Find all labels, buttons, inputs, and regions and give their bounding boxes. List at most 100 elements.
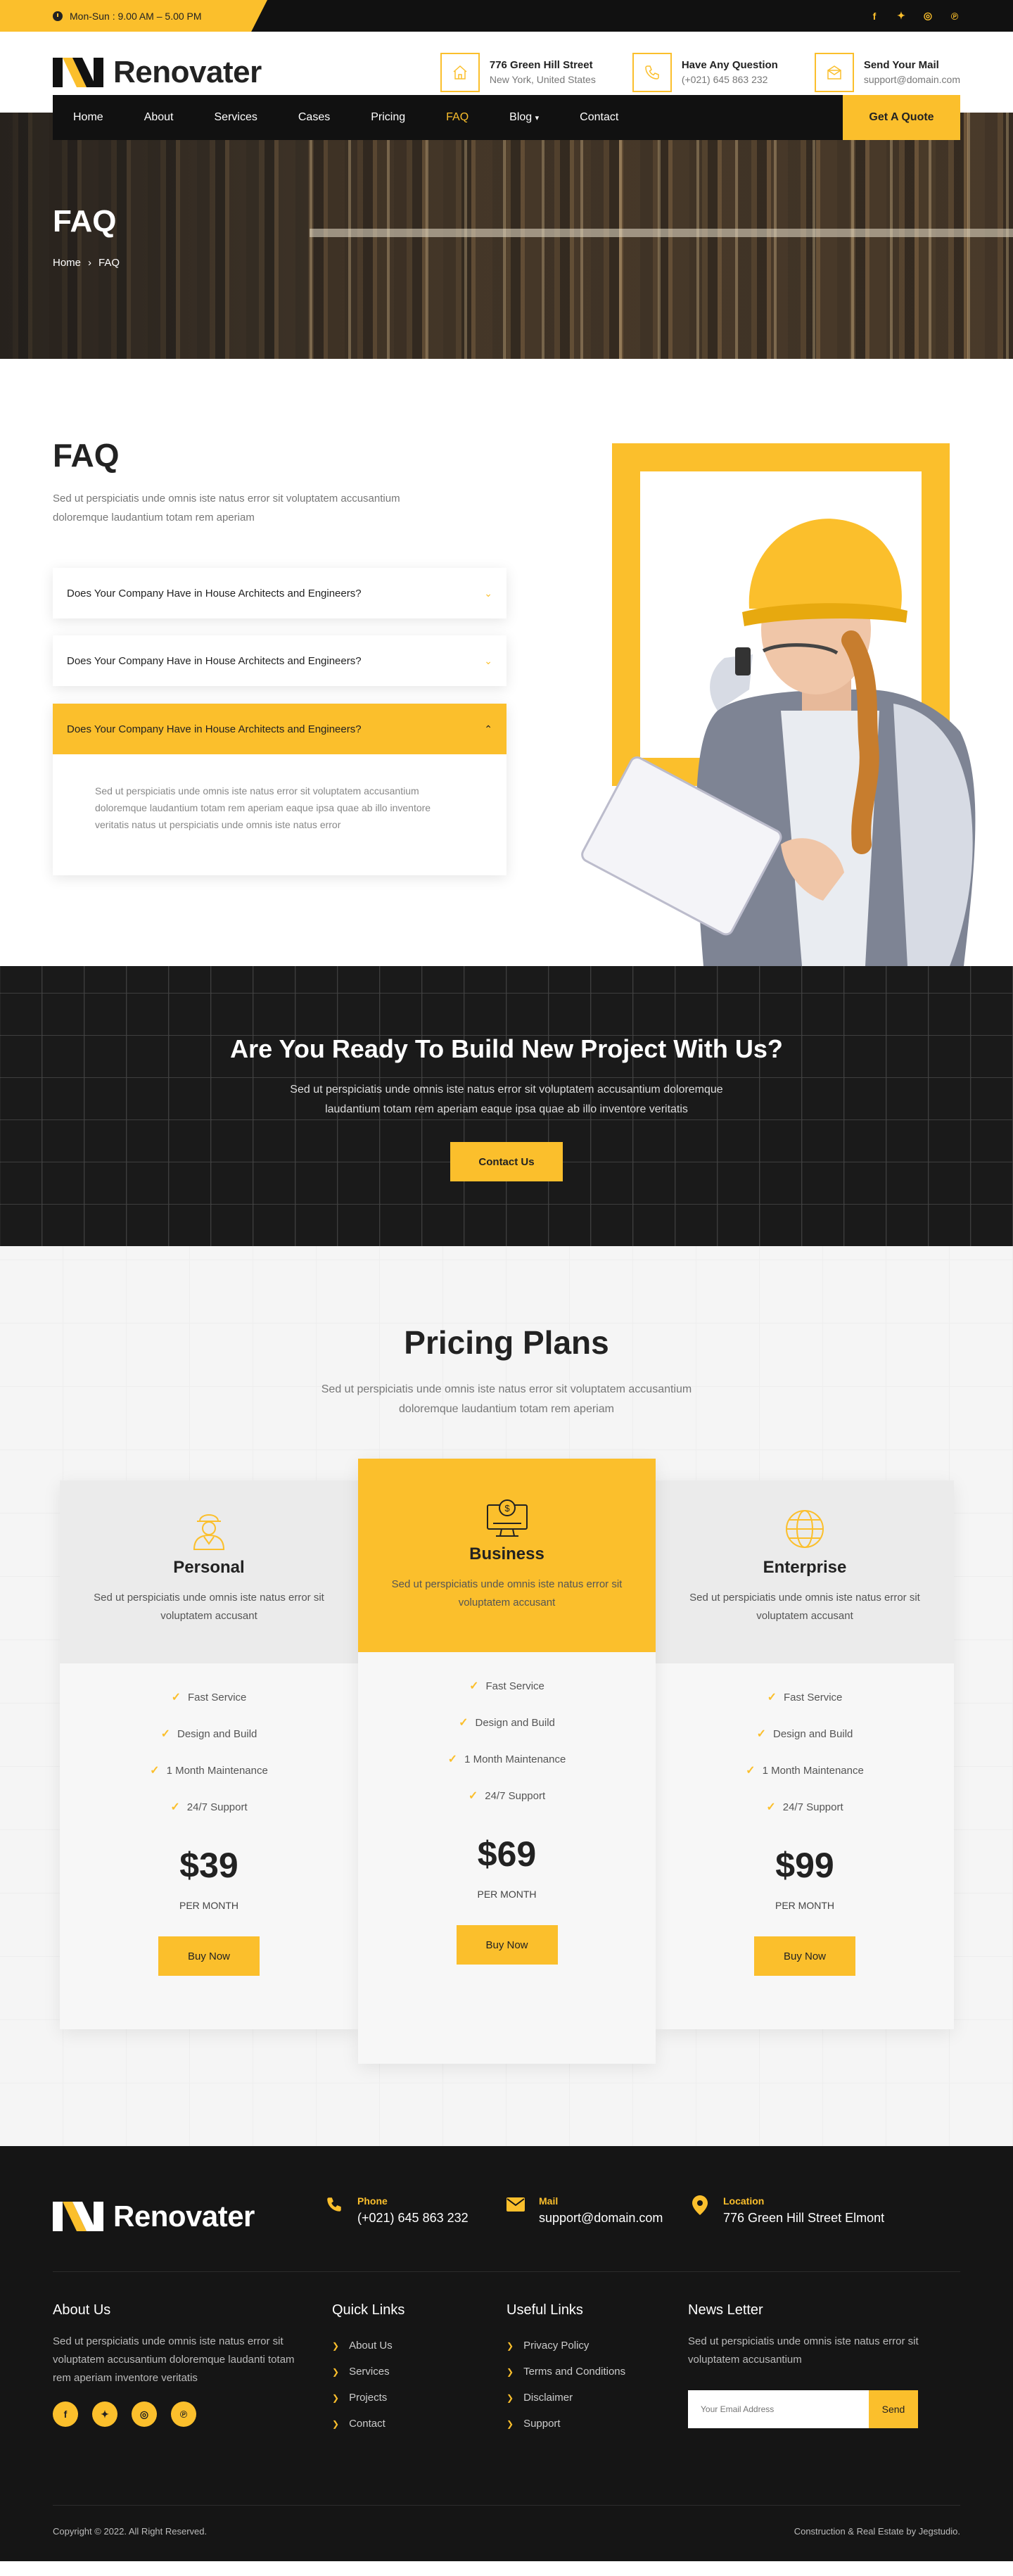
pinterest-icon[interactable]: ℗ (171, 2401, 196, 2427)
footer-link[interactable]: ❯ About Us (332, 2333, 473, 2359)
breadcrumb: Home › FAQ (53, 257, 120, 269)
footer-news-text: Sed ut perspiciatis unde omnis iste natu… (688, 2335, 919, 2366)
plan-feature-text: Fast Service (784, 1691, 843, 1703)
chevron-down-icon: ⌄ (484, 654, 492, 666)
footer-link-label: Services (349, 2366, 390, 2378)
faq-question[interactable]: Does Your Company Have in House Architec… (53, 635, 507, 686)
header-phone: Have Any Question (+021) 645 863 232 (632, 52, 778, 92)
footer-logo[interactable]: Renovater (53, 2200, 255, 2233)
faq-question-text: Does Your Company Have in House Architec… (67, 587, 362, 599)
site-logo[interactable]: Renovater (53, 55, 262, 90)
faq-item[interactable]: Does Your Company Have in House Architec… (53, 635, 507, 686)
footer-newsletter: News Letter Sed ut perspiciatis unde omn… (688, 2302, 960, 2428)
plan-period: PER MONTH (477, 1889, 537, 1900)
phone-icon (324, 2195, 345, 2219)
footer-link[interactable]: ❯ Terms and Conditions (507, 2359, 668, 2385)
buy-now-button[interactable]: Buy Now (754, 1936, 855, 1976)
pricing-card-enterprise: Enterprise Sed ut perspiciatis unde omni… (656, 1480, 954, 2029)
nav-item-faq[interactable]: FAQ (446, 111, 469, 124)
plan-feature: ✓ Fast Service (656, 1679, 954, 1715)
question-title: Have Any Question (681, 59, 778, 71)
footer-link-label: Privacy Policy (523, 2340, 590, 2352)
faq-question[interactable]: Does Your Company Have in House Architec… (53, 704, 507, 754)
plan-feature: ✓ 24/7 Support (656, 1789, 954, 1825)
twitter-icon[interactable]: ✦ (896, 10, 907, 22)
contact-us-button[interactable]: Contact Us (450, 1142, 563, 1181)
nav-item-contact[interactable]: Contact (580, 111, 618, 124)
footer-useful-title: Useful Links (507, 2302, 583, 2318)
footer-link[interactable]: ❯ Privacy Policy (507, 2333, 668, 2359)
nav-item-pricing[interactable]: Pricing (371, 111, 405, 124)
buy-now-button[interactable]: Buy Now (456, 1925, 558, 1965)
mail-sub[interactable]: support@domain.com (864, 74, 960, 85)
plan-feature-text: Fast Service (485, 1680, 544, 1692)
globe-icon (786, 1510, 824, 1548)
page-title: FAQ (53, 204, 117, 239)
breadcrumb-current: FAQ (98, 257, 120, 269)
plan-feature: ✓ 24/7 Support (60, 1789, 358, 1825)
footer-quick-links: Quick Links ❯ About Us ❯ Services ❯ Project… (332, 2302, 473, 2437)
check-icon: ✓ (171, 1692, 181, 1703)
footer-phone-value[interactable]: (+021) 645 863 232 (357, 2211, 469, 2226)
check-icon: ✓ (468, 1790, 478, 1802)
footer-about-title: About Us (53, 2302, 111, 2318)
get-quote-button[interactable]: Get A Quote (843, 95, 960, 140)
nav-item-home[interactable]: Home (73, 111, 103, 124)
twitter-icon[interactable]: ✦ (92, 2401, 117, 2427)
facebook-icon[interactable]: f (53, 2401, 78, 2427)
pinterest-icon[interactable]: ℗ (949, 11, 960, 22)
chevron-right-icon: ❯ (507, 2392, 514, 2403)
nav-item-blog[interactable]: Blog ▾ (509, 111, 539, 124)
footer-link[interactable]: ❯ Projects (332, 2385, 473, 2411)
chevron-right-icon: ❯ (332, 2392, 340, 2403)
header-address: 776 Green Hill Street New York, United S… (440, 52, 596, 92)
question-sub[interactable]: (+021) 645 863 232 (682, 74, 778, 85)
faq-item[interactable]: Does Your Company Have in House Architec… (53, 568, 507, 618)
plan-description: Sed ut perspiciatis unde omnis iste natu… (391, 1578, 623, 1609)
nav-item-blog-label: Blog (509, 111, 533, 123)
nav-item-services[interactable]: Services (215, 111, 257, 124)
faq-item-open[interactable]: Does Your Company Have in House Architec… (53, 704, 507, 875)
plan-feature-text: 1 Month Maintenance (166, 1764, 268, 1777)
footer-phone-label: Phone (357, 2195, 388, 2207)
chevron-right-icon: ❯ (507, 2340, 514, 2351)
footer-mail: Mail support@domain.com (505, 2195, 663, 2226)
facebook-icon[interactable]: f (869, 11, 880, 22)
footer-mail-value[interactable]: support@domain.com (539, 2211, 663, 2226)
footer-about-text: Sed ut perspiciatis unde omnis iste natu… (53, 2335, 295, 2384)
check-icon: ✓ (756, 1728, 766, 1740)
cta-section: Are You Ready To Build New Project With … (0, 966, 1013, 1246)
footer-link[interactable]: ❯ Contact (332, 2411, 473, 2437)
plan-feature-text: Design and Build (772, 1727, 853, 1740)
check-icon: ✓ (746, 1765, 756, 1777)
plan-description: Sed ut perspiciatis unde omnis iste natu… (689, 1592, 920, 1622)
footer-logo-text: Renovater (113, 2200, 255, 2233)
nav-item-about[interactable]: About (144, 111, 174, 124)
nav-item-cases[interactable]: Cases (298, 111, 330, 124)
footer-link[interactable]: ❯ Support (507, 2411, 668, 2437)
chevron-right-icon: ❯ (332, 2366, 340, 2377)
phone-icon (632, 52, 672, 92)
instagram-icon[interactable]: ◎ (132, 2401, 157, 2427)
plan-feature: ✓ Design and Build (656, 1715, 954, 1752)
newsletter-send-button[interactable]: Send (869, 2390, 918, 2428)
newsletter-email-input[interactable] (688, 2390, 869, 2428)
buy-now-button[interactable]: Buy Now (158, 1936, 260, 1976)
footer-link[interactable]: ❯ Disclaimer (507, 2385, 668, 2411)
pricing-title: Pricing Plans (404, 1324, 609, 1361)
breadcrumb-home[interactable]: Home (53, 257, 81, 269)
cta-title: Are You Ready To Build New Project With … (230, 1034, 783, 1063)
plan-feature-text: 24/7 Support (186, 1801, 248, 1813)
check-icon: ✓ (767, 1692, 777, 1703)
instagram-icon[interactable]: ◎ (922, 10, 934, 22)
footer-link[interactable]: ❯ Services (332, 2359, 473, 2385)
faq-question-text: Does Your Company Have in House Architec… (67, 723, 362, 735)
plan-feature: ✓ 1 Month Maintenance (656, 1752, 954, 1789)
opening-hours-text: Mon-Sun : 9.00 AM – 5.00 PM (70, 10, 202, 22)
faq-question[interactable]: Does Your Company Have in House Architec… (53, 568, 507, 618)
faq-section: FAQ Sed ut perspiciatis unde omnis iste … (0, 359, 1013, 966)
chevron-right-icon: ❯ (507, 2418, 514, 2429)
plan-feature: ✓ 24/7 Support (358, 1777, 656, 1814)
plan-feature: ✓ Design and Build (358, 1704, 656, 1741)
chevron-down-icon: ▾ (535, 114, 540, 122)
